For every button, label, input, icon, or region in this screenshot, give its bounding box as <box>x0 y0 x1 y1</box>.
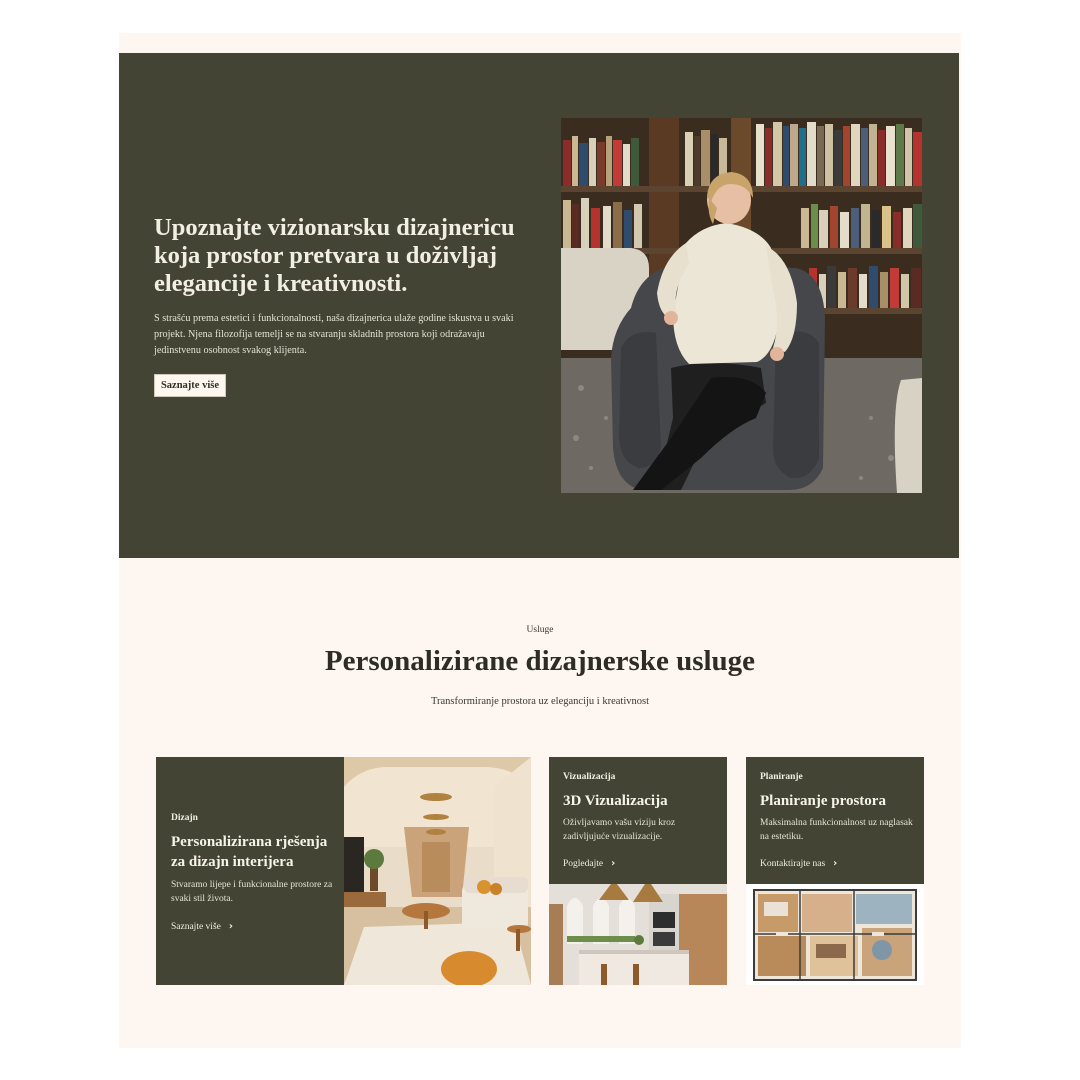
learn-more-link[interactable]: Saznajte više › <box>171 921 341 932</box>
kitchen-visualization-image <box>549 884 727 985</box>
service-card-design: Dizajn Personalizirana rješenja za dizaj… <box>156 757 531 985</box>
interior-living-room-image <box>344 757 531 985</box>
card-tag: Dizajn <box>171 813 198 823</box>
floor-plan-image <box>746 884 924 985</box>
view-link[interactable]: Pogledajte › <box>563 858 719 869</box>
card-tag: Vizualizacija <box>563 772 616 782</box>
services-eyebrow: Usluge <box>526 625 554 635</box>
card-description: Stvaramo lijepe i funkcionalne prostore … <box>171 880 333 904</box>
services-title: Personalizirane dizajnerske usluge <box>324 645 756 677</box>
learn-more-button[interactable]: Saznajte više <box>154 374 226 397</box>
designer-photo <box>561 118 922 493</box>
card-title: 3D Vizualizacija <box>563 793 668 809</box>
services-subtitle: Transformiranje prostora uz eleganciju i… <box>430 696 649 707</box>
link-label: Pogledajte <box>563 858 604 869</box>
hero-title: Upoznajte vizionarsku dizajnericu koja p… <box>154 214 515 297</box>
link-label: Kontaktirajte nas <box>760 858 826 869</box>
card-description: Maksimalna funkcionalnost uz naglasak na… <box>760 818 913 842</box>
card-tag: Planiranje <box>760 772 803 782</box>
hero-description: S strašću prema estetici i funkcionalnos… <box>154 313 514 356</box>
chevron-right-icon: › <box>228 921 233 932</box>
card-title: Personalizirana rješenja za dizajn inter… <box>171 834 328 870</box>
service-card-planning: Planiranje Planiranje prostora Maksimaln… <box>746 757 924 985</box>
service-card-visualization: Vizualizacija 3D Vizualizacija Oživljava… <box>549 757 727 985</box>
chevron-right-icon: › <box>833 858 838 869</box>
link-label: Saznajte više <box>171 921 221 932</box>
chevron-right-icon: › <box>611 858 616 869</box>
card-description: Oživljavamo vašu viziju kroz zadivljujuć… <box>563 818 676 842</box>
contact-link[interactable]: Kontaktirajte nas › <box>760 858 916 869</box>
card-title: Planiranje prostora <box>760 793 886 809</box>
